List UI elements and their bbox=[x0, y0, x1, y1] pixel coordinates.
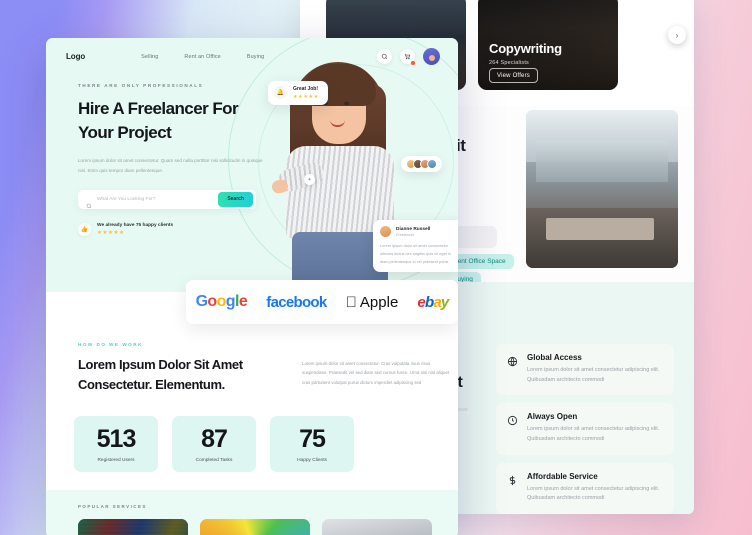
service-card-laptop-typing[interactable] bbox=[322, 519, 432, 535]
nav-link-buying[interactable]: Buying bbox=[247, 54, 264, 60]
verified-badge-icon: ✦ bbox=[304, 174, 315, 185]
window bbox=[536, 140, 668, 182]
popular-services-kicker: POPULAR SERVICES bbox=[78, 504, 147, 509]
cart-badge bbox=[411, 61, 415, 65]
service-card-code-editor[interactable] bbox=[78, 519, 188, 535]
logo[interactable]: Logo bbox=[66, 52, 85, 61]
hero-section: Logo Selling Rent an Office Buying THERE… bbox=[46, 38, 458, 294]
great-job-card: 🔔 Great Job! ★★★★★ bbox=[268, 81, 328, 105]
google-logo: Google bbox=[195, 293, 248, 310]
nav-links: Selling Rent an Office Buying bbox=[141, 54, 264, 60]
happy-clients-text: We already have 75 happy clients bbox=[97, 222, 174, 228]
feature-title: Affordable Service bbox=[527, 471, 598, 481]
bell-icon: 🔔 bbox=[274, 86, 287, 100]
apple-logo:  Apple bbox=[346, 294, 399, 311]
hero-kicker: THERE ARE ONLY PROFESSIONALS bbox=[78, 83, 204, 88]
feature-desc: Lorem ipsum dolor sit amet consectetur a… bbox=[527, 367, 660, 383]
search-icon bbox=[86, 196, 92, 209]
avatar-group bbox=[401, 156, 442, 172]
service-card-color-wheel[interactable] bbox=[200, 519, 310, 535]
search-button[interactable]: Search bbox=[218, 191, 253, 207]
facebook-logo: facebook bbox=[266, 293, 327, 311]
main-screen: Logo Selling Rent an Office Buying THERE… bbox=[46, 38, 458, 535]
great-job-stars: ★★★★★ bbox=[293, 93, 319, 100]
great-job-title: Great Job! bbox=[293, 86, 319, 92]
brand-logo-strip: Google facebook  Apple ebay bbox=[186, 280, 458, 324]
category-card-copywriting[interactable]: Copywriting 264 Specialists View Offers bbox=[478, 0, 618, 90]
hero-copy: THERE ARE ONLY PROFESSIONALS Hire A Free… bbox=[46, 65, 266, 176]
popular-services-row bbox=[78, 519, 458, 535]
avatar bbox=[427, 159, 437, 169]
stat-card-registered-users: 513 Registered Users bbox=[74, 416, 158, 472]
feature-item-affordable-service[interactable]: Affordable Service Lorem ipsum dolor sit… bbox=[496, 462, 674, 514]
hero-title-line1: Hire A Freelancer For bbox=[78, 99, 239, 118]
nav-link-selling[interactable]: Selling bbox=[141, 54, 158, 60]
feature-desc: Lorem ipsum dolor sit amet consectetur a… bbox=[527, 485, 660, 502]
nav-icon-group bbox=[377, 48, 440, 65]
stat-card-completed-tasks: 87 Completed Tasks bbox=[172, 416, 256, 472]
work-paragraph: Lorem ipsum dolor sit amet consectetur. … bbox=[302, 361, 450, 385]
avatar bbox=[380, 226, 391, 237]
dollar-icon bbox=[507, 473, 518, 485]
cart-icon[interactable] bbox=[400, 49, 415, 65]
work-title-line1: Lorem Ipsum Dolor Sit Amet bbox=[78, 357, 243, 372]
stat-label: Registered Users bbox=[97, 458, 135, 463]
search-icon[interactable] bbox=[377, 49, 392, 64]
apple-glyph-icon:  bbox=[346, 294, 357, 311]
chevron-right-icon[interactable]: › bbox=[668, 26, 686, 44]
feature-title: Global Access bbox=[527, 353, 582, 362]
ebay-logo: ebay bbox=[416, 293, 449, 311]
feature-item-global-access[interactable]: Global Access Lorem ipsum dolor sit amet… bbox=[496, 344, 674, 396]
work-title-line2: Consectetur. Elementum. bbox=[78, 376, 225, 392]
feature-list: Global Access Lorem ipsum dolor sit amet… bbox=[496, 344, 674, 514]
hero-title-line2: Your Project bbox=[78, 123, 172, 143]
stat-label: Happy Clients bbox=[297, 458, 327, 463]
feature-desc: Lorem ipsum dolor sit amet consectetur a… bbox=[527, 426, 660, 442]
clock-icon bbox=[507, 413, 518, 426]
globe-icon bbox=[507, 354, 518, 367]
thumbs-up-icon: 👍 bbox=[78, 222, 91, 236]
popular-services-section: POPULAR SERVICES bbox=[46, 490, 458, 535]
feature-title: Always Open bbox=[527, 412, 578, 422]
stat-number: 513 bbox=[96, 425, 137, 453]
apple-label: Apple bbox=[355, 293, 398, 311]
hero-lead-text: Lorem ipsum dolor sit amet consectetur. … bbox=[78, 158, 263, 173]
rating-stars: ★★★★★ bbox=[97, 229, 125, 236]
feature-item-always-open[interactable]: Always Open Lorem ipsum dolor sit amet c… bbox=[496, 403, 674, 455]
testimonial-name: Dianne Russell bbox=[396, 226, 431, 232]
office-interior-image bbox=[526, 110, 678, 268]
user-avatar[interactable] bbox=[423, 48, 440, 65]
navigation-bar: Logo Selling Rent an Office Buying bbox=[46, 38, 458, 65]
view-offers-button[interactable]: View Offers bbox=[489, 68, 538, 83]
category-specialists: 264 Specialists bbox=[489, 60, 529, 66]
search-input[interactable]: What Are You Looking For? bbox=[97, 197, 218, 202]
testimonial-role: Freelancer bbox=[396, 232, 415, 237]
testimonial-text: Lorem ipsum dolor sit amet consectetur u… bbox=[380, 243, 451, 264]
stat-number: 75 bbox=[299, 425, 326, 453]
stats-row: 513 Registered Users 87 Completed Tasks … bbox=[46, 394, 458, 472]
nav-link-rent-an-office[interactable]: Rent an Office bbox=[184, 54, 220, 60]
desk bbox=[546, 218, 654, 240]
hero-search-bar[interactable]: What Are You Looking For? Search bbox=[78, 189, 256, 209]
work-kicker: HOW DO WE WORK bbox=[78, 342, 143, 347]
stat-number: 87 bbox=[201, 425, 228, 453]
stat-card-happy-clients: 75 Happy Clients bbox=[270, 416, 354, 472]
testimonial-card: Dianne Russell Freelancer Lorem ipsum do… bbox=[373, 220, 458, 273]
stat-label: Completed Tasks bbox=[195, 458, 233, 463]
category-title: Copywriting bbox=[489, 41, 562, 56]
